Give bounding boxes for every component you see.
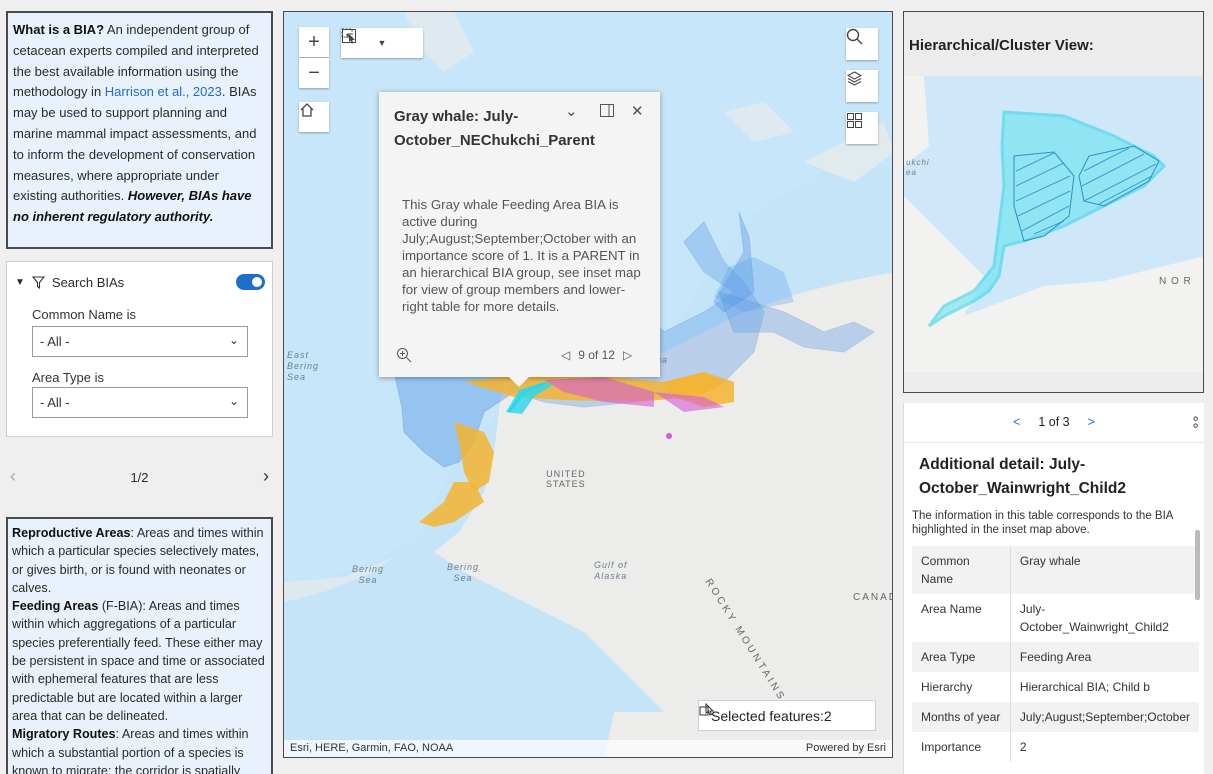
common-name-value: - All -: [40, 334, 70, 349]
basemap-gallery-icon: [847, 113, 862, 128]
bering-sea-label-2: Bering Sea: [447, 562, 480, 583]
detail-next-button[interactable]: >: [1088, 415, 1095, 442]
detail-table: Common Name Gray whale Area Name July-Octo…: [912, 546, 1201, 762]
chevron-down-icon: ⌄: [228, 333, 239, 347]
search-button[interactable]: [846, 28, 878, 60]
collapse-chevron-icon[interactable]: ⌄: [565, 102, 578, 120]
bia-definitions-box: Reproductive Areas: Areas and times with…: [6, 517, 273, 774]
feeding-title: Feeding Areas: [12, 599, 99, 614]
row-key: Months of year: [912, 702, 1011, 732]
row-key: Area Name: [912, 594, 1011, 642]
table-row: Area Type Feeding Area: [912, 642, 1201, 672]
feeding-text: (F-BIA): Areas and times within which ag…: [12, 599, 265, 723]
close-icon[interactable]: ✕: [631, 102, 644, 120]
area-type-label: Area Type is: [32, 370, 105, 385]
gulf-of-alaska-label: Gulf of Alaska: [594, 560, 628, 581]
detail-scrollbar[interactable]: [1195, 530, 1200, 600]
home-icon: [300, 103, 314, 117]
zoom-out-button[interactable]: −: [299, 58, 329, 88]
detail-panel: < 1 of 3 > ∘ ∘ Additional detail: July-Oc…: [903, 403, 1204, 774]
row-value: Feeding Area: [1010, 642, 1201, 672]
area-type-select[interactable]: - All - ⌄: [32, 387, 248, 418]
row-value: Gray whale: [1010, 546, 1201, 594]
collapse-triangle-icon[interactable]: ▼: [15, 277, 25, 288]
migratory-title: Migratory Routes: [12, 727, 116, 742]
bia-info-heading: What is a BIA?: [13, 22, 105, 37]
table-row: Importance 2: [912, 732, 1201, 762]
popup-title: Gray whale: July-October_NEChukchi_Paren…: [394, 108, 595, 149]
popup-body: This Gray whale Feeding Area BIA is acti…: [402, 197, 641, 314]
detail-page-indicator: 1 of 3: [1038, 415, 1070, 429]
table-row: Area Name July-October_Wainwright_Child2: [912, 594, 1201, 642]
table-row: Common Name Gray whale: [912, 546, 1201, 594]
inset-chukchi-label: ukchi ea: [906, 158, 930, 177]
zoom-in-button[interactable]: +: [299, 27, 329, 57]
popup-page-indicator: 9 of 12: [578, 348, 615, 362]
inset-title: Hierarchical/Cluster View:: [909, 37, 1094, 54]
inset-nor-label: N O R: [1159, 276, 1192, 287]
selection-icon: [699, 702, 715, 716]
main-map[interactable]: East Bering Sea Bering Sea Bering Sea Gu…: [283, 11, 893, 758]
inset-map-canvas: [904, 76, 1203, 372]
row-key: Common Name: [912, 546, 1011, 594]
selected-features-label: Selected features:2: [711, 707, 832, 724]
detail-title: Additional detail: July-October_Wainwrig…: [919, 456, 1126, 497]
detail-prev-button[interactable]: <: [1013, 415, 1020, 442]
layers-button[interactable]: [846, 70, 878, 102]
map-attribution: Esri, HERE, Garmin, FAO, NOAA Powered by…: [284, 740, 892, 757]
left-page-indicator: 1/2: [130, 470, 149, 485]
next-page-button[interactable]: ›: [263, 466, 269, 487]
row-key: Hierarchy: [912, 672, 1011, 702]
table-row: Hierarchy Hierarchical BIA; Child b: [912, 672, 1201, 702]
filter-funnel-icon: [31, 276, 45, 289]
common-name-select[interactable]: - All - ⌄: [32, 326, 248, 357]
search-icon: [846, 28, 863, 45]
row-value: Hierarchical BIA; Child b: [1010, 672, 1201, 702]
row-key: Area Type: [912, 642, 1011, 672]
row-key: Importance: [912, 732, 1011, 762]
powered-by-esri[interactable]: Powered by Esri: [806, 742, 886, 754]
popup-prev-icon[interactable]: ◁: [561, 348, 570, 362]
more-options-icon[interactable]: ∘ ∘: [1191, 411, 1200, 432]
filter-toggle[interactable]: [236, 274, 265, 290]
bering-sea-label: Bering Sea: [352, 564, 385, 585]
attribution-text: Esri, HERE, Garmin, FAO, NOAA: [290, 742, 454, 754]
row-value: July-October_Wainwright_Child2: [1010, 594, 1201, 642]
row-value: 2: [1010, 732, 1201, 762]
common-name-label: Common Name is: [32, 307, 137, 322]
reproductive-title: Reproductive Areas: [12, 526, 131, 540]
united-states-label: UNITED STATES: [546, 469, 586, 489]
canada-label: CANADA: [853, 592, 892, 603]
bia-info-text-2: . BIAs may be used to support planning a…: [13, 84, 257, 204]
area-type-value: - All -: [40, 395, 70, 410]
popup-pager: ◁ 9 of 12 ▷: [561, 348, 632, 362]
chevron-down-icon: ⌄: [228, 394, 239, 408]
harrison-link[interactable]: Harrison et al., 2023: [105, 84, 222, 99]
table-row: Months of year July;August;September;Octo…: [912, 702, 1201, 732]
search-filter-panel: ▼ Search BIAs Common Name is - All - ⌄ A…: [6, 261, 273, 437]
filter-title: Search BIAs: [51, 275, 125, 290]
inset-map-panel: Hierarchical/Cluster View: ukchi ea N O …: [903, 11, 1204, 393]
selected-features-button[interactable]: Selected features:2: [698, 700, 876, 731]
basemap-gallery-button[interactable]: [846, 112, 878, 144]
feature-popup: Gray whale: July-October_NEChukchi_Paren…: [379, 92, 660, 387]
row-value: July;August;September;October: [1010, 702, 1201, 732]
bia-info-box: What is a BIA? An independent group of c…: [6, 11, 273, 249]
filter-header[interactable]: ▼ Search BIAs: [15, 275, 124, 290]
left-pager: ‹ 1/2 ›: [6, 462, 273, 492]
detail-pager: < 1 of 3 >: [904, 415, 1204, 443]
detail-note: The information in this table correspond…: [912, 510, 1173, 536]
east-bering-sea-label: East Bering Sea: [287, 350, 320, 382]
select-by-rectangle-icon[interactable]: [341, 28, 357, 44]
inset-map[interactable]: ukchi ea N O R: [904, 76, 1203, 372]
selection-toolbar: ▼: [341, 28, 423, 58]
selection-dropdown-icon[interactable]: ▼: [378, 38, 387, 48]
popup-next-icon[interactable]: ▷: [623, 348, 632, 362]
home-button[interactable]: [299, 102, 329, 132]
layers-icon: [846, 71, 863, 86]
